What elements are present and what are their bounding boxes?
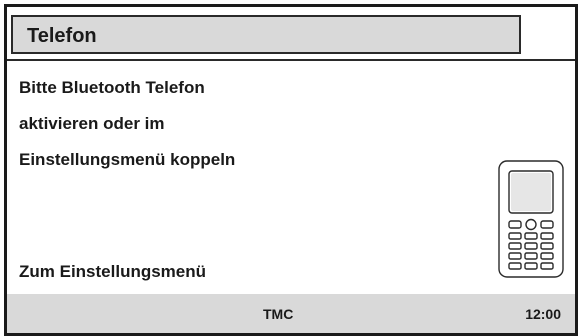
mobile-phone-icon <box>498 160 564 278</box>
header-divider <box>7 59 575 61</box>
tmc-indicator: TMC <box>263 306 294 322</box>
display-frame: Telefon Bitte Bluetooth Telefon aktivier… <box>4 4 578 336</box>
message-line-1: Bitte Bluetooth Telefon <box>19 78 205 97</box>
message-line-2: aktivieren oder im <box>19 114 165 133</box>
status-bar: TMC 12:00 <box>7 294 575 333</box>
page-title: Telefon <box>27 25 97 47</box>
title-bar: Telefon <box>11 15 521 54</box>
clock: 12:00 <box>525 306 561 322</box>
settings-menu-button[interactable]: Zum Einstellungsmenü <box>19 262 206 282</box>
message-line-3: Einstellungsmenü koppeln <box>19 150 236 169</box>
telefon-screen: Telefon Bitte Bluetooth Telefon aktivier… <box>0 0 580 336</box>
